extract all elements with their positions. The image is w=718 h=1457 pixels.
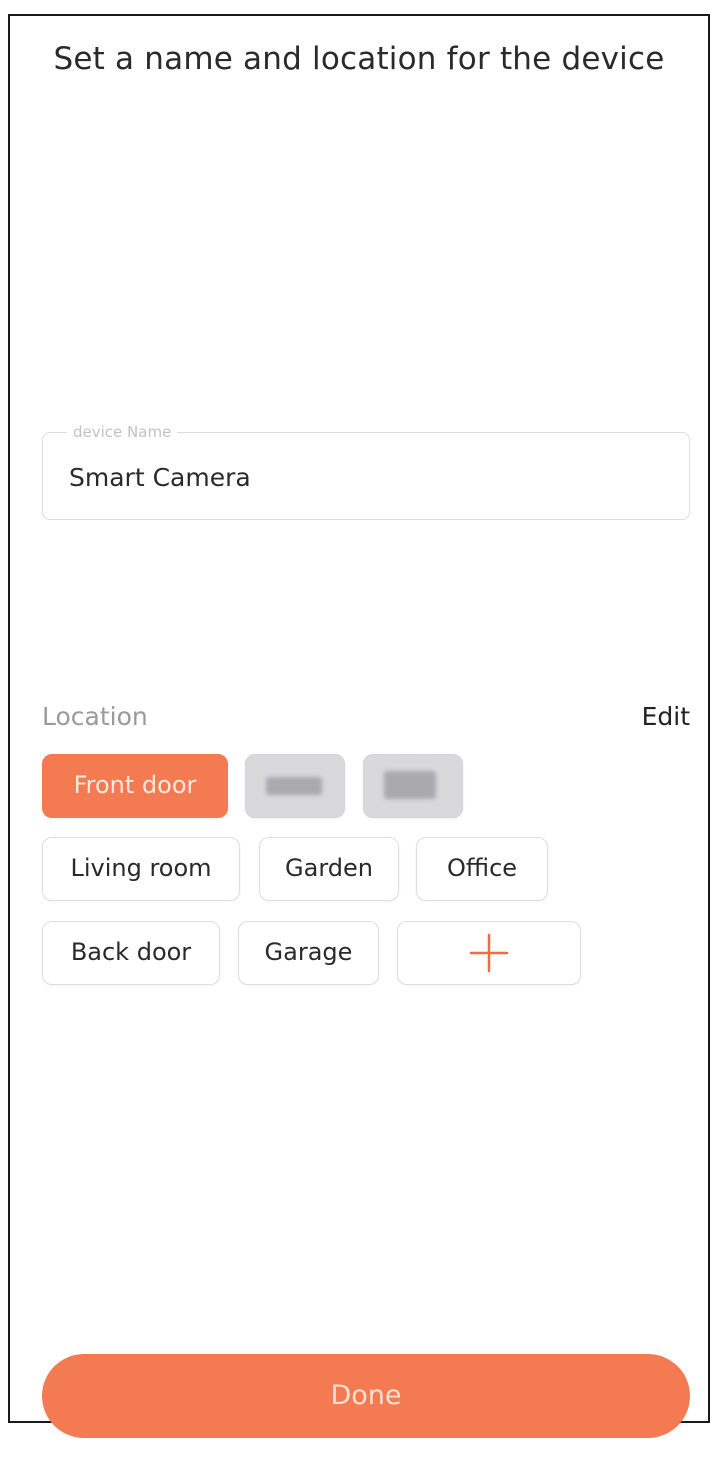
location-label: Location [42, 702, 148, 731]
device-name-label: device Name [67, 422, 178, 442]
redacted-text [384, 771, 436, 799]
device-name-field[interactable]: device Name [42, 422, 690, 520]
screen-frame: Set a name and location for the device d… [8, 14, 710, 1438]
location-chip-living-room[interactable]: Living room [42, 837, 240, 901]
location-header: Location Edit [42, 700, 690, 734]
device-name-input[interactable] [69, 457, 659, 497]
location-chip-garden[interactable]: Garden [259, 837, 399, 901]
redacted-text [266, 777, 322, 795]
done-button[interactable]: Done [42, 1354, 690, 1438]
edit-button[interactable]: Edit [642, 700, 690, 734]
location-chip-back-door[interactable]: Back door [42, 921, 220, 985]
location-chip-redacted-1[interactable] [245, 754, 345, 818]
add-location-button[interactable] [397, 921, 581, 985]
plus-icon [469, 933, 509, 973]
location-chip-office[interactable]: Office [416, 837, 548, 901]
location-chip-front-door[interactable]: Front door [42, 754, 228, 818]
location-chip-garage[interactable]: Garage [238, 921, 379, 985]
page-title: Set a name and location for the device [53, 41, 665, 77]
location-chip-redacted-2[interactable] [363, 754, 463, 818]
